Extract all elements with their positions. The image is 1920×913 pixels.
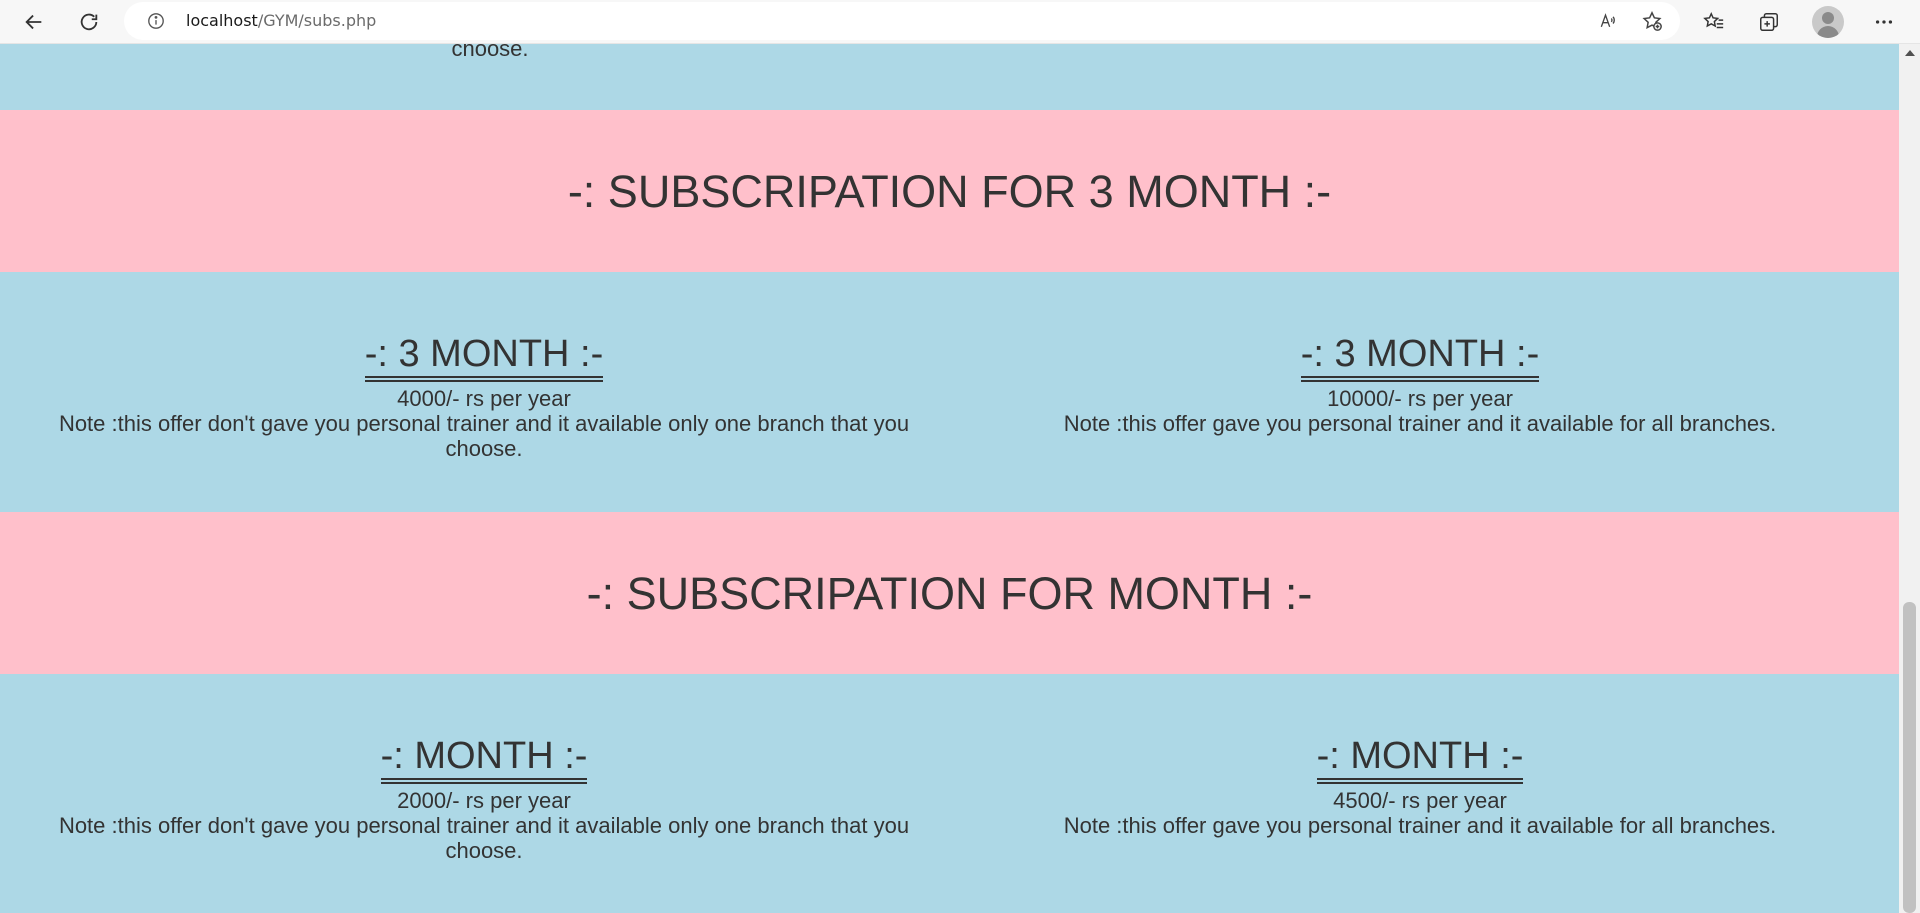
section-header-3-month: -: SUBSCRIPATION FOR 3 MONTH :-	[0, 110, 1899, 272]
section-header-month: -: SUBSCRIPATION FOR MONTH :-	[0, 512, 1899, 674]
scroll-up-arrow-icon[interactable]	[1905, 50, 1915, 56]
plan-title: -: 3 MONTH :-	[1300, 332, 1540, 382]
plan-price: 4500/- rs per year	[1333, 788, 1507, 813]
plan-title: -: MONTH :-	[380, 734, 588, 784]
favorites-icon[interactable]	[1696, 4, 1732, 40]
back-arrow-icon[interactable]	[16, 4, 52, 40]
address-bar[interactable]: localhost/GYM/subs.php	[124, 2, 1680, 40]
collections-icon[interactable]	[1751, 4, 1787, 40]
read-aloud-icon[interactable]	[1596, 9, 1620, 33]
section-title: -: SUBSCRIPATION FOR MONTH :-	[586, 568, 1313, 619]
plan-price: 2000/- rs per year	[397, 788, 571, 813]
profile-avatar[interactable]	[1812, 6, 1844, 38]
plan-card-month-premium: -: MONTH :- 4500/- rs per year Note :thi…	[1000, 734, 1840, 838]
refresh-icon[interactable]	[71, 4, 107, 40]
plan-price: 10000/- rs per year	[1327, 386, 1513, 411]
vertical-scrollbar[interactable]	[1899, 44, 1920, 913]
page-viewport: choose. -: SUBSCRIPATION FOR 3 MONTH :- …	[0, 44, 1899, 913]
plan-card-month-basic: -: MONTH :- 2000/- rs per year Note :thi…	[48, 734, 920, 863]
previous-section-band: choose.	[0, 44, 1899, 110]
more-icon[interactable]	[1866, 4, 1902, 40]
plan-note: Note :this offer gave you personal train…	[1063, 813, 1777, 838]
partial-note-text: choose.	[451, 44, 529, 61]
section-title: -: SUBSCRIPATION FOR 3 MONTH :-	[567, 166, 1332, 217]
plan-price: 4000/- rs per year	[397, 386, 571, 411]
url-path: /GYM/subs.php	[257, 11, 377, 30]
section-cards-3-month: -: 3 MONTH :- 4000/- rs per year Note :t…	[0, 272, 1899, 512]
plan-title: -: 3 MONTH :-	[364, 332, 604, 382]
scroll-thumb[interactable]	[1903, 602, 1916, 913]
plan-note: Note :this offer don't gave you personal…	[58, 813, 910, 863]
plan-note: Note :this offer don't gave you personal…	[58, 411, 910, 461]
plan-card-3-month-premium: -: 3 MONTH :- 10000/- rs per year Note :…	[1000, 332, 1840, 436]
url-host: localhost	[186, 11, 258, 30]
avatar-body	[1817, 26, 1839, 38]
plan-note: Note :this offer gave you personal train…	[1063, 411, 1777, 436]
avatar-head	[1822, 12, 1834, 24]
plan-title: -: MONTH :-	[1316, 734, 1524, 784]
favorite-add-icon[interactable]	[1640, 9, 1664, 33]
url-text: localhost/GYM/subs.php	[186, 11, 376, 30]
info-icon[interactable]	[146, 11, 166, 31]
section-cards-month: -: MONTH :- 2000/- rs per year Note :thi…	[0, 674, 1899, 913]
plan-card-3-month-basic: -: 3 MONTH :- 4000/- rs per year Note :t…	[48, 332, 920, 461]
browser-toolbar: localhost/GYM/subs.php	[0, 0, 1920, 44]
